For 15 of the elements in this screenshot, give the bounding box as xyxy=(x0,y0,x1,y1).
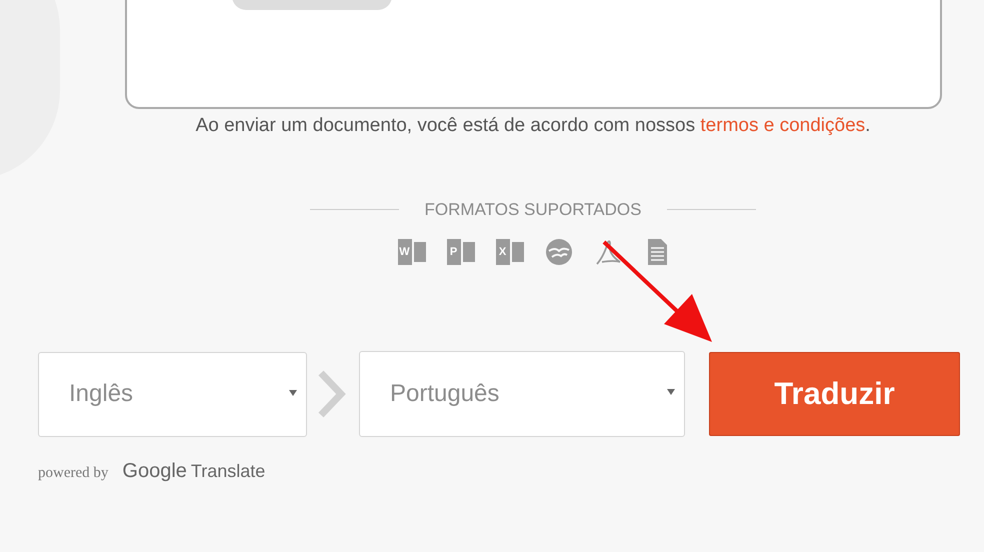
dropdown-caret-icon xyxy=(289,390,297,396)
formats-heading: FORMATOS SUPORTADOS xyxy=(424,199,642,221)
dropdown-caret-icon xyxy=(667,389,675,395)
powered-by-label: powered by xyxy=(38,464,108,483)
terms-link[interactable]: termos e condições xyxy=(700,115,866,136)
terms-notice: Ao enviar um documento, você está de acordo com nossos termos e condições. xyxy=(194,114,872,138)
language-select[interactable]: Inglês xyxy=(38,352,307,436)
chevron-right-icon xyxy=(318,370,346,418)
google-logo: Google xyxy=(122,459,187,484)
seagull-circle-icon xyxy=(544,238,572,266)
translate-label: Translate xyxy=(190,460,266,483)
translate-button[interactable]: Traduzir xyxy=(709,352,960,436)
upload-drop-area[interactable] xyxy=(125,0,942,109)
language-select[interactable]: Português xyxy=(359,351,685,437)
pdf-icon xyxy=(594,238,622,266)
